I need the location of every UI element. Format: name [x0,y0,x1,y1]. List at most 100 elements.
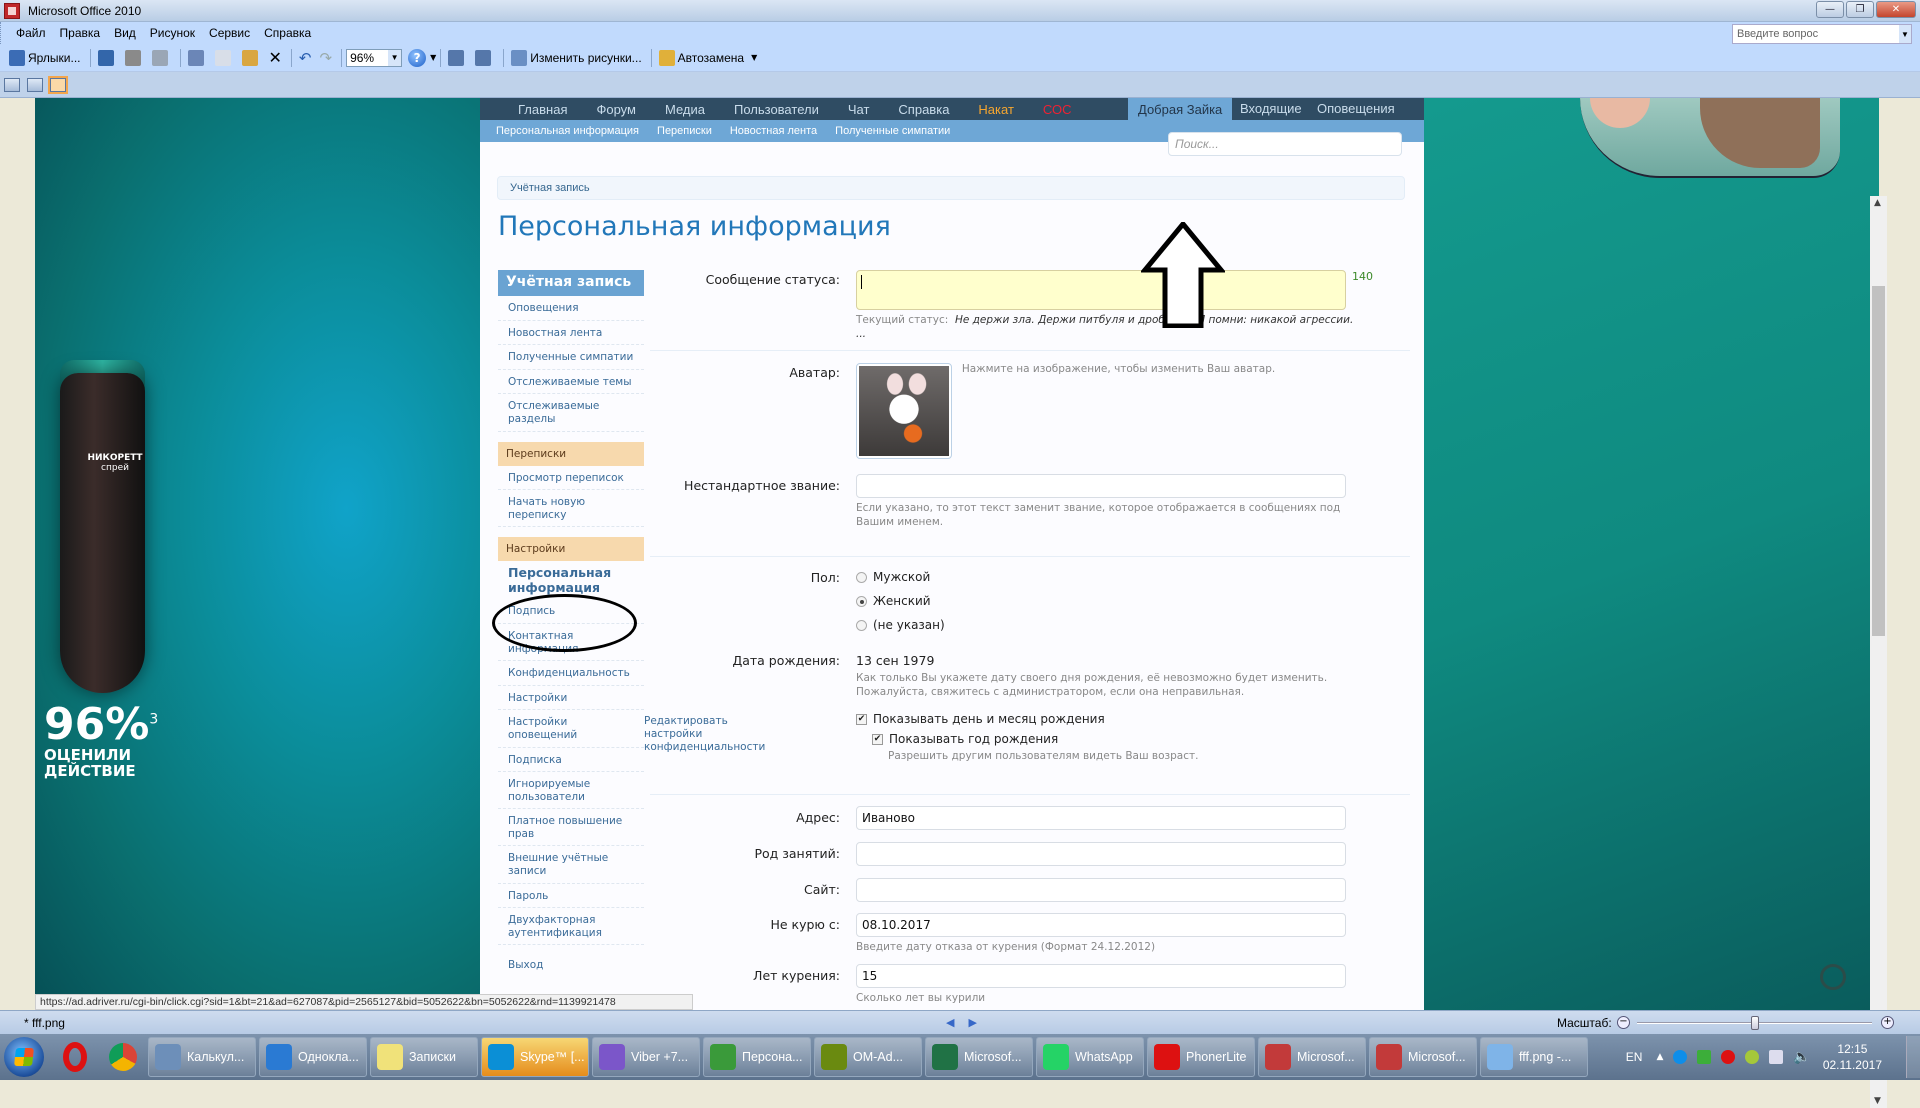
zoom-slider[interactable] [1637,1016,1872,1030]
occupation-input[interactable] [856,842,1346,866]
teamviewer-icon[interactable] [1673,1050,1688,1064]
zoom-out-icon[interactable]: − [1617,1016,1630,1029]
zoom-in-icon[interactable]: + [1881,1016,1894,1029]
menu-picture[interactable]: Рисунок [150,26,195,40]
taskbar-button[interactable]: PhonerLite [1147,1037,1255,1077]
show-hidden-icons[interactable]: ▲ [1656,1052,1663,1062]
show-desktop-button[interactable] [1906,1036,1920,1078]
subnav-news-feed[interactable]: Новостная лента [730,125,817,137]
taskbar-button[interactable]: Персона... [703,1037,811,1077]
chevron-down-icon[interactable]: ▼ [1899,25,1911,43]
sidebar-item-signature[interactable]: Подпись [498,599,644,624]
sidebar-item-watched-threads[interactable]: Отслеживаемые темы [498,370,644,395]
taskbar-button[interactable]: Записки [370,1037,478,1077]
filmstrip-view-icon[interactable] [27,77,43,92]
user-account-tab[interactable]: Добрая Зайка [1128,98,1233,120]
help-icon[interactable]: ? [408,48,427,67]
gender-female-radio[interactable]: Женский [856,591,945,611]
chevron-down-icon[interactable]: ▼ [388,49,402,66]
subnav-personal-info[interactable]: Персональная информация [496,125,639,137]
nav-help[interactable]: Справка [898,102,949,117]
phoner-tray-icon[interactable] [1721,1050,1736,1064]
scroll-down-icon[interactable]: ▼ [1874,1096,1881,1106]
toolbar-options-icon[interactable]: ▼ [430,53,436,62]
scroll-up-icon[interactable]: ▲ [1874,198,1881,208]
close-button[interactable]: ✕ [1876,1,1916,18]
taskbar-button[interactable]: fff.png -... [1480,1037,1588,1077]
sidebar-item-watched-forums[interactable]: Отслеживаемые разделы [498,394,644,432]
menu-view[interactable]: Вид [114,26,136,40]
taskbar-button[interactable]: Skype™ [... [481,1037,589,1077]
sidebar-item-two-factor[interactable]: Двухфакторная аутентификация [498,908,644,946]
scrollbar-thumb[interactable] [1872,286,1885,636]
menu-edit[interactable]: Правка [60,26,101,40]
custom-title-input[interactable] [856,474,1346,498]
gender-unspecified-radio[interactable]: (не указан) [856,615,945,635]
toolbar-options-icon[interactable]: ▼ [751,53,757,62]
nav-chat[interactable]: Чат [848,102,870,117]
sidebar-item-ignored-users[interactable]: Игнорируемые пользователи [498,772,644,810]
taskbar-button[interactable]: Однокла... [259,1037,367,1077]
s-app-icon[interactable] [1697,1050,1712,1064]
sidebar-item-paid-upgrades[interactable]: Платное повышение прав [498,809,644,847]
rotate-right-button[interactable] [472,47,497,69]
edit-privacy-link[interactable]: Редактировать настройки конфиденциальнос… [644,715,784,754]
avatar-image[interactable] [856,363,952,459]
taskbar-button[interactable]: Microsof... [1369,1037,1477,1077]
forum-search-input[interactable]: Поиск... [1168,132,1402,156]
network-icon[interactable] [1769,1050,1784,1064]
nav-home[interactable]: Главная [518,102,567,117]
single-picture-view-icon[interactable] [48,75,68,94]
nav-members[interactable]: Пользователи [734,102,819,117]
subnav-likes[interactable]: Полученные симпатии [835,125,950,137]
sidebar-item-news-feed[interactable]: Новостная лента [498,321,644,346]
ask-question-box[interactable]: Введите вопрос ▼ [1732,24,1912,44]
sidebar-item-alerts[interactable]: Оповещения [498,296,644,321]
next-picture-icon[interactable]: ▶ [968,1016,976,1029]
email-button[interactable] [149,47,174,69]
vertical-scrollbar[interactable]: ▲ ▼ [1870,196,1887,1108]
minimize-button[interactable]: — [1816,1,1844,18]
pinned-opera[interactable] [52,1037,98,1077]
sidebar-item-password[interactable]: Пароль [498,884,644,909]
inbox-tab[interactable]: Входящие [1240,101,1302,116]
sidebar-header[interactable]: Учётная запись [498,270,644,296]
breadcrumb-account[interactable]: Учётная запись [510,182,590,194]
taskbar-button[interactable]: Viber +7... [592,1037,700,1077]
paste-button[interactable] [239,47,264,69]
show-dob-checkbox[interactable]: ✔ Показывать день и месяц рождения [856,712,1388,726]
thumbnail-view-icon[interactable] [4,77,20,92]
menu-help[interactable]: Справка [264,26,311,40]
sidebar-item-new-conversation[interactable]: Начать новую переписку [498,490,644,528]
redo-button[interactable]: ↷ [317,47,336,69]
alerts-tab[interactable]: Оповещения [1317,101,1395,116]
show-year-checkbox[interactable]: ✔ Показывать год рождения [872,732,1388,746]
taskbar-button[interactable]: Microsof... [925,1037,1033,1077]
zoom-select[interactable]: 96% ▼ [346,48,403,67]
autocorrect-button[interactable]: Автозамена [656,47,747,69]
rotate-left-button[interactable] [445,47,470,69]
shortcuts-button[interactable]: Ярлыки... [6,47,84,69]
sidebar-item-alert-preferences[interactable]: Настройки оповещений [498,710,644,748]
sidebar-item-likes[interactable]: Полученные симпатии [498,345,644,370]
delete-button[interactable]: ✕ [266,47,285,69]
sidebar-item-contact-details[interactable]: Контактная информация [498,624,644,662]
zoom-slider-thumb[interactable] [1750,1016,1759,1030]
update-icon[interactable] [1745,1050,1760,1064]
previous-picture-icon[interactable]: ◀ [946,1016,954,1029]
sidebar-item-logout[interactable]: Выход [498,953,644,977]
sidebar-item-external-accounts[interactable]: Внешние учётные записи [498,846,644,884]
taskbar-button[interactable]: OM-Ad... [814,1037,922,1077]
start-button[interactable] [4,1037,44,1077]
edit-pictures-button[interactable]: Изменить рисунки... [508,47,644,69]
volume-icon[interactable]: 🔈 [1793,1049,1810,1065]
language-indicator[interactable]: EN [1626,1050,1643,1064]
save-button[interactable] [95,47,120,69]
website-input[interactable] [856,878,1346,902]
cut-button[interactable] [185,47,210,69]
pinned-chrome[interactable] [100,1037,146,1077]
ad-banner-right[interactable] [1424,98,1879,1010]
nav-media[interactable]: Медиа [665,102,705,117]
subnav-conversations[interactable]: Переписки [657,125,712,137]
smoking-years-input[interactable]: 15 [856,964,1346,988]
